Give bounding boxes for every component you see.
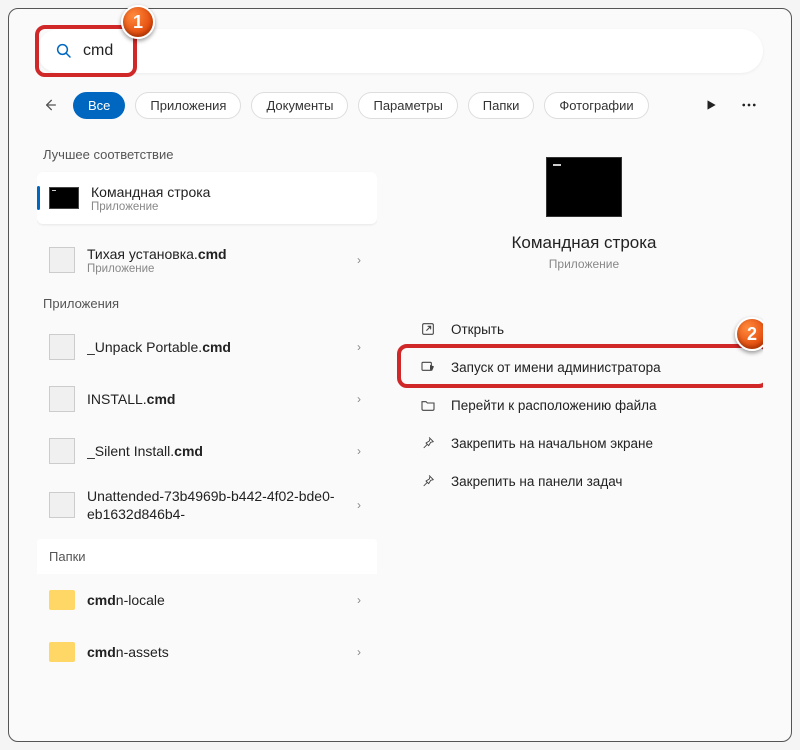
pin-icon	[419, 472, 437, 490]
filter-docs[interactable]: Документы	[251, 92, 348, 119]
results-column: Лучшее соответствие Командная строка При…	[37, 137, 377, 721]
back-button[interactable]	[37, 92, 63, 118]
file-icon	[49, 386, 75, 412]
chevron-right-icon: ›	[353, 498, 365, 512]
action-label: Закрепить на начальном экране	[451, 436, 653, 451]
filter-photos[interactable]: Фотографии	[544, 92, 648, 119]
search-row: 1	[37, 29, 763, 73]
preview-subtitle: Приложение	[549, 257, 619, 271]
result-cmd-app[interactable]: Командная строка Приложение	[37, 172, 377, 224]
result-title: INSTALL.cmd	[87, 390, 341, 408]
result-title: _Silent Install.cmd	[87, 442, 341, 460]
open-icon	[419, 320, 437, 338]
action-label: Закрепить на панели задач	[451, 474, 622, 489]
folder-icon	[49, 590, 75, 610]
shield-icon	[419, 358, 437, 376]
section-folders: Папки	[37, 539, 377, 574]
list-item[interactable]: _Silent Install.cmd ›	[37, 425, 377, 477]
section-apps: Приложения	[37, 286, 377, 321]
search-icon	[55, 42, 73, 60]
preview-app-icon	[546, 157, 622, 217]
result-subtitle: Приложение	[91, 201, 365, 213]
filter-apps[interactable]: Приложения	[135, 92, 241, 119]
file-icon	[49, 247, 75, 273]
action-open[interactable]: Открыть	[405, 311, 763, 347]
chevron-right-icon: ›	[353, 593, 365, 607]
list-item[interactable]: _Unpack Portable.cmd ›	[37, 321, 377, 373]
result-title: _Unpack Portable.cmd	[87, 338, 341, 356]
action-label: Запуск от имени администратора	[451, 360, 661, 375]
search-input[interactable]	[83, 42, 745, 60]
cmd-icon	[49, 187, 79, 209]
more-icon[interactable]	[735, 91, 763, 119]
action-label: Перейти к расположению файла	[451, 398, 657, 413]
filter-all[interactable]: Все	[73, 92, 125, 119]
action-pin-taskbar[interactable]: Закрепить на панели задач	[405, 463, 763, 499]
chevron-right-icon: ›	[353, 645, 365, 659]
result-subtitle: Приложение	[87, 263, 341, 275]
filter-folders[interactable]: Папки	[468, 92, 535, 119]
preview-title: Командная строка	[511, 233, 656, 253]
chevron-right-icon: ›	[353, 253, 365, 267]
result-title: cmdn-assets	[87, 643, 341, 661]
result-silent-install[interactable]: Тихая установка.cmd Приложение ›	[37, 234, 377, 286]
filter-params[interactable]: Параметры	[358, 92, 457, 119]
search-panel: 1 Все Приложения Документы Параметры Пап…	[8, 8, 792, 742]
chevron-right-icon: ›	[353, 340, 365, 354]
filter-row: Все Приложения Документы Параметры Папки…	[37, 91, 763, 119]
list-item[interactable]: Unattended-73b4969b-b442-4f02-bde0-eb163…	[37, 477, 377, 533]
result-title: Командная строка	[91, 183, 365, 201]
chevron-right-icon: ›	[353, 444, 365, 458]
action-open-location[interactable]: Перейти к расположению файла	[405, 387, 763, 423]
annotation-badge-1: 1	[121, 5, 155, 39]
preview-column: Командная строка Приложение Открыть Запу…	[405, 137, 763, 721]
play-icon[interactable]	[697, 91, 725, 119]
pin-icon	[419, 434, 437, 452]
folder-icon	[49, 642, 75, 662]
file-icon	[49, 492, 75, 518]
action-pin-start[interactable]: Закрепить на начальном экране	[405, 425, 763, 461]
file-icon	[49, 438, 75, 464]
chevron-right-icon: ›	[353, 392, 365, 406]
action-run-as-admin[interactable]: Запуск от имени администратора	[405, 349, 763, 385]
result-title: Тихая установка.cmd	[87, 245, 341, 263]
result-title: Unattended-73b4969b-b442-4f02-bde0-eb163…	[87, 487, 341, 523]
section-best-match: Лучшее соответствие	[37, 137, 377, 172]
action-label: Открыть	[451, 322, 504, 337]
actions-list: Открыть Запуск от имени администратора 2…	[405, 311, 763, 499]
annotation-badge-2: 2	[735, 317, 763, 351]
folder-open-icon	[419, 396, 437, 414]
result-title: cmdn-locale	[87, 591, 341, 609]
content-area: Лучшее соответствие Командная строка При…	[37, 137, 763, 721]
list-item[interactable]: cmdn-assets ›	[37, 626, 377, 678]
list-item[interactable]: INSTALL.cmd ›	[37, 373, 377, 425]
list-item[interactable]: cmdn-locale ›	[37, 574, 377, 626]
file-icon	[49, 334, 75, 360]
